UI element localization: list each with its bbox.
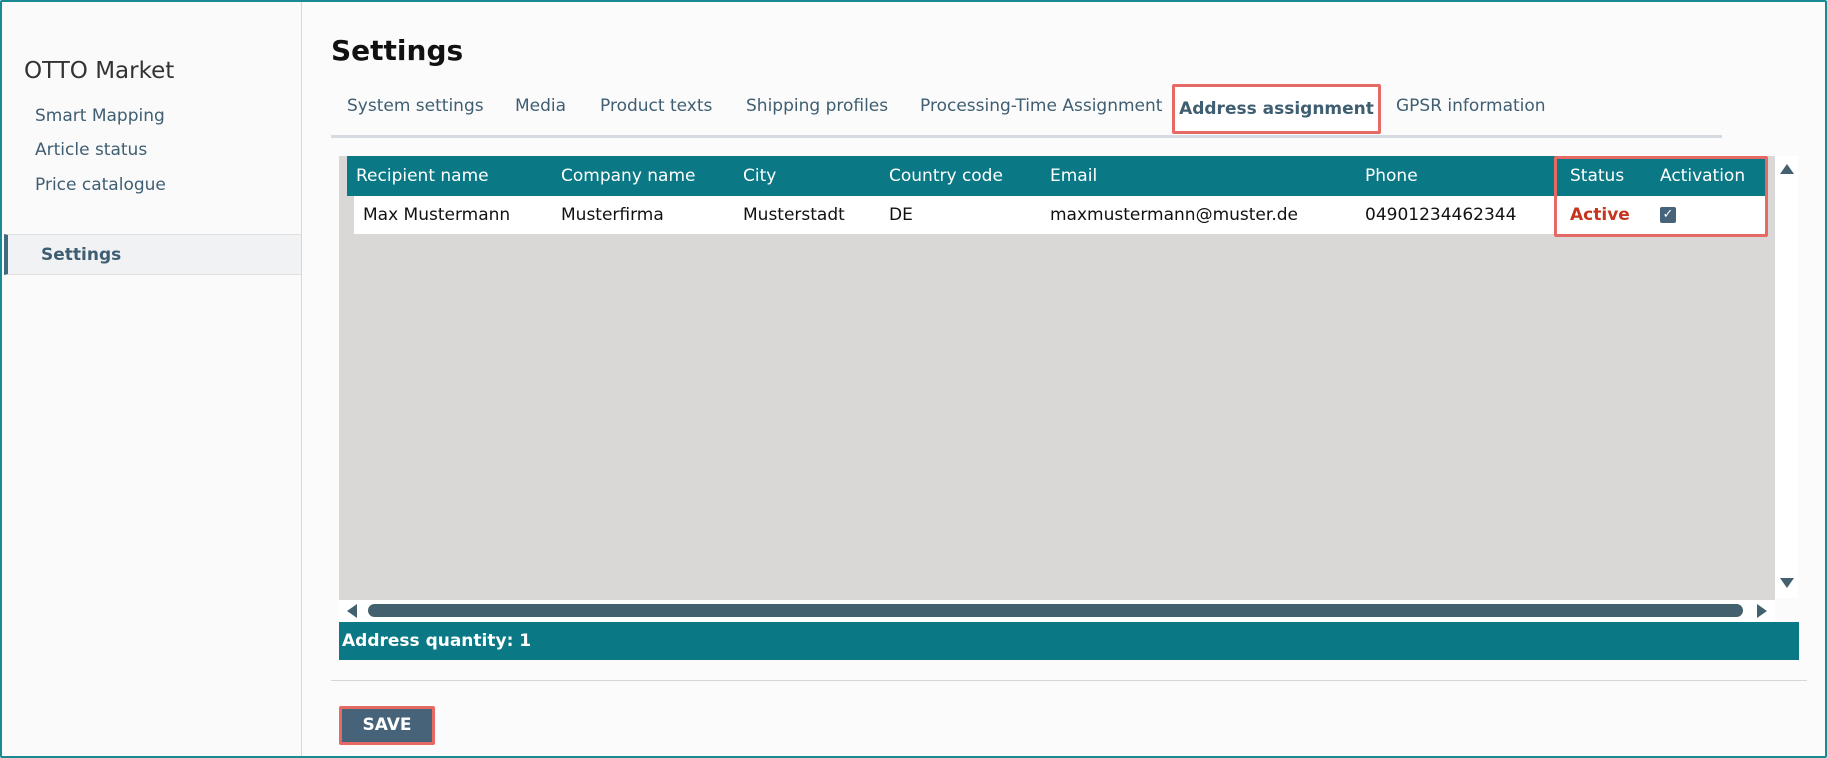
status-badge: Active <box>1570 205 1630 225</box>
cell-city: Musterstadt <box>743 205 845 225</box>
tab-processing-time-assignment[interactable]: Processing-Time Assignment <box>920 96 1162 116</box>
table-row[interactable]: Max Mustermann Musterfirma Musterstadt D… <box>354 196 1767 234</box>
tab-bar: System settings Media Product texts Ship… <box>331 82 1722 138</box>
sidebar-item-article-status[interactable]: Article status <box>35 140 147 160</box>
cell-company-name: Musterfirma <box>561 205 664 225</box>
column-header-activation[interactable]: Activation <box>1660 166 1745 186</box>
column-header-phone[interactable]: Phone <box>1365 166 1418 186</box>
column-header-country-code[interactable]: Country code <box>889 166 1003 186</box>
sidebar-item-price-catalogue[interactable]: Price catalogue <box>35 175 166 195</box>
column-header-company-name[interactable]: Company name <box>561 166 696 186</box>
column-header-recipient-name[interactable]: Recipient name <box>356 166 489 186</box>
cell-email: maxmustermann@muster.de <box>1050 205 1298 225</box>
address-grid: Recipient name Company name City Country… <box>339 156 1775 622</box>
sidebar: OTTO Market Smart Mapping Article status… <box>2 2 302 756</box>
horizontal-scroll-thumb[interactable] <box>368 604 1743 617</box>
column-header-status[interactable]: Status <box>1570 166 1624 186</box>
app-title: OTTO Market <box>24 58 175 84</box>
sidebar-item-settings[interactable]: Settings <box>4 234 301 275</box>
tab-shipping-profiles[interactable]: Shipping profiles <box>746 96 888 116</box>
cell-recipient-name: Max Mustermann <box>363 205 511 225</box>
tab-system-settings[interactable]: System settings <box>347 96 484 116</box>
horizontal-scrollbar[interactable] <box>339 600 1775 622</box>
app-window: OTTO Market Smart Mapping Article status… <box>0 0 1827 758</box>
save-button[interactable]: SAVE <box>339 706 435 745</box>
arrow-down-icon[interactable] <box>1780 578 1794 588</box>
divider <box>331 680 1807 681</box>
column-header-email[interactable]: Email <box>1050 166 1097 186</box>
arrow-left-icon[interactable] <box>347 604 357 618</box>
vertical-scrollbar[interactable] <box>1775 156 1798 598</box>
sidebar-item-label: Settings <box>41 245 122 265</box>
cell-country-code: DE <box>889 205 913 225</box>
arrow-right-icon[interactable] <box>1757 604 1767 618</box>
tab-product-texts[interactable]: Product texts <box>600 96 712 116</box>
check-icon[interactable]: ✓ <box>1660 207 1676 223</box>
tab-address-assignment[interactable]: Address assignment <box>1172 84 1381 134</box>
cell-phone: 04901234462344 <box>1365 205 1517 225</box>
arrow-up-icon[interactable] <box>1780 164 1794 174</box>
address-quantity: Address quantity: 1 <box>342 631 532 651</box>
sidebar-item-smart-mapping[interactable]: Smart Mapping <box>35 106 165 126</box>
grid-footer: Address quantity: 1 <box>339 622 1799 660</box>
tab-media[interactable]: Media <box>515 96 566 116</box>
column-header-city[interactable]: City <box>743 166 776 186</box>
tab-gpsr-information[interactable]: GPSR information <box>1396 96 1546 116</box>
grid-header: Recipient name Company name City Country… <box>347 156 1767 196</box>
page-title: Settings <box>331 34 464 67</box>
